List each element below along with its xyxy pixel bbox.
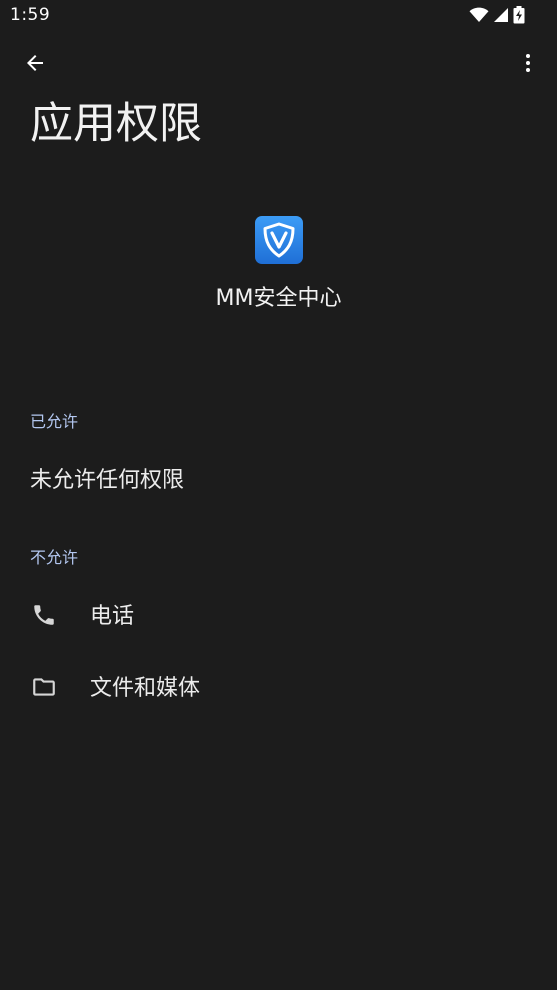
app-name: MM安全中心: [215, 286, 342, 311]
status-bar: 1:59: [0, 0, 557, 30]
battery-charging-icon: [513, 6, 525, 24]
folder-icon: [30, 673, 58, 701]
permission-item-files-media[interactable]: 文件和媒体: [0, 658, 557, 714]
denied-section-header: 不允许: [30, 548, 79, 567]
status-icons: [469, 5, 525, 25]
page-title: 应用权限: [30, 99, 202, 149]
allowed-section-header: 已允许: [30, 412, 79, 431]
permission-label: 电话: [90, 604, 135, 629]
app-bar: [0, 40, 557, 88]
back-button[interactable]: [18, 48, 52, 82]
permission-label: 文件和媒体: [90, 676, 201, 701]
no-permissions-allowed-text: 未允许任何权限: [30, 468, 185, 493]
shield-v-icon: [254, 216, 303, 264]
more-vert-icon: [516, 51, 540, 79]
status-time: 1:59: [10, 5, 51, 25]
signal-icon: [493, 7, 509, 23]
more-options-button[interactable]: [511, 48, 545, 82]
permission-item-phone[interactable]: 电话: [0, 586, 557, 642]
wifi-icon: [469, 7, 489, 23]
phone-icon: [30, 601, 58, 629]
arrow-back-icon: [23, 51, 47, 79]
app-header: MM安全中心: [0, 216, 557, 314]
